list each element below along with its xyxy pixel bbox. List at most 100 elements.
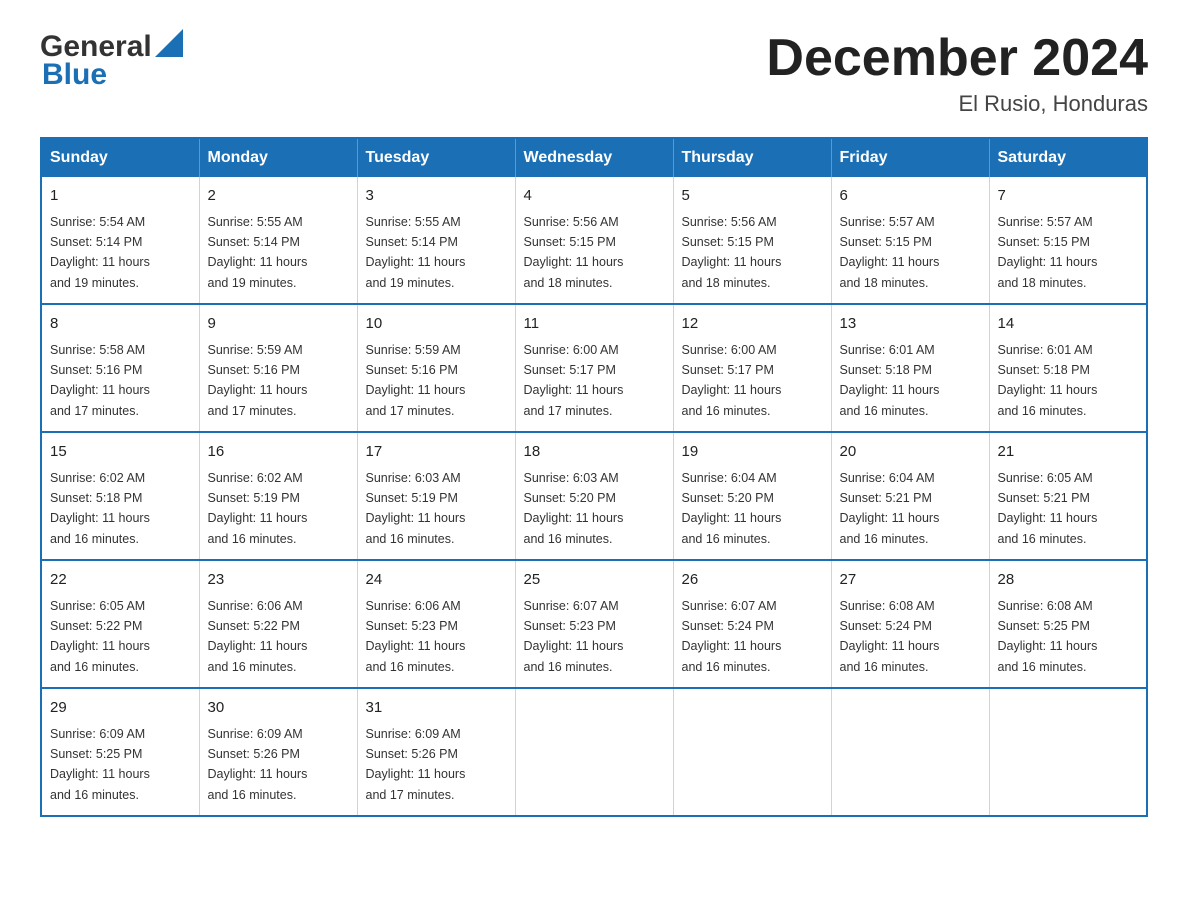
- day-info: Sunrise: 5:54 AMSunset: 5:14 PMDaylight:…: [50, 215, 150, 290]
- table-row: 21 Sunrise: 6:05 AMSunset: 5:21 PMDaylig…: [989, 432, 1147, 560]
- day-info: Sunrise: 6:01 AMSunset: 5:18 PMDaylight:…: [840, 343, 940, 418]
- calendar-week-row: 29 Sunrise: 6:09 AMSunset: 5:25 PMDaylig…: [41, 688, 1147, 816]
- calendar-title: December 2024: [766, 30, 1148, 87]
- table-row: 3 Sunrise: 5:55 AMSunset: 5:14 PMDayligh…: [357, 177, 515, 304]
- day-number: 22: [50, 569, 191, 592]
- day-number: 9: [208, 313, 349, 336]
- col-sunday: Sunday: [41, 138, 199, 177]
- day-number: 29: [50, 697, 191, 720]
- col-monday: Monday: [199, 138, 357, 177]
- day-number: 10: [366, 313, 507, 336]
- calendar-table: Sunday Monday Tuesday Wednesday Thursday…: [40, 137, 1148, 817]
- day-number: 21: [998, 441, 1139, 464]
- day-info: Sunrise: 5:55 AMSunset: 5:14 PMDaylight:…: [366, 215, 466, 290]
- table-row: 8 Sunrise: 5:58 AMSunset: 5:16 PMDayligh…: [41, 304, 199, 432]
- day-number: 12: [682, 313, 823, 336]
- calendar-week-row: 1 Sunrise: 5:54 AMSunset: 5:14 PMDayligh…: [41, 177, 1147, 304]
- day-info: Sunrise: 6:04 AMSunset: 5:21 PMDaylight:…: [840, 471, 940, 546]
- day-info: Sunrise: 6:05 AMSunset: 5:21 PMDaylight:…: [998, 471, 1098, 546]
- day-number: 15: [50, 441, 191, 464]
- table-row: 11 Sunrise: 6:00 AMSunset: 5:17 PMDaylig…: [515, 304, 673, 432]
- day-info: Sunrise: 6:00 AMSunset: 5:17 PMDaylight:…: [682, 343, 782, 418]
- table-row: 18 Sunrise: 6:03 AMSunset: 5:20 PMDaylig…: [515, 432, 673, 560]
- day-info: Sunrise: 6:09 AMSunset: 5:26 PMDaylight:…: [366, 727, 466, 802]
- day-number: 25: [524, 569, 665, 592]
- day-number: 3: [366, 185, 507, 208]
- day-info: Sunrise: 5:56 AMSunset: 5:15 PMDaylight:…: [682, 215, 782, 290]
- col-tuesday: Tuesday: [357, 138, 515, 177]
- table-row: 19 Sunrise: 6:04 AMSunset: 5:20 PMDaylig…: [673, 432, 831, 560]
- day-info: Sunrise: 6:05 AMSunset: 5:22 PMDaylight:…: [50, 599, 150, 674]
- calendar-subtitle: El Rusio, Honduras: [766, 91, 1148, 117]
- table-row: 17 Sunrise: 6:03 AMSunset: 5:19 PMDaylig…: [357, 432, 515, 560]
- day-info: Sunrise: 6:06 AMSunset: 5:22 PMDaylight:…: [208, 599, 308, 674]
- logo-blue-text: Blue: [40, 58, 183, 92]
- day-number: 28: [998, 569, 1139, 592]
- day-number: 2: [208, 185, 349, 208]
- day-number: 7: [998, 185, 1139, 208]
- table-row: 15 Sunrise: 6:02 AMSunset: 5:18 PMDaylig…: [41, 432, 199, 560]
- table-row: 1 Sunrise: 5:54 AMSunset: 5:14 PMDayligh…: [41, 177, 199, 304]
- col-wednesday: Wednesday: [515, 138, 673, 177]
- table-row: 29 Sunrise: 6:09 AMSunset: 5:25 PMDaylig…: [41, 688, 199, 816]
- title-area: December 2024 El Rusio, Honduras: [766, 30, 1148, 117]
- col-friday: Friday: [831, 138, 989, 177]
- col-saturday: Saturday: [989, 138, 1147, 177]
- day-number: 19: [682, 441, 823, 464]
- table-row: 23 Sunrise: 6:06 AMSunset: 5:22 PMDaylig…: [199, 560, 357, 688]
- table-row: [515, 688, 673, 816]
- table-row: 25 Sunrise: 6:07 AMSunset: 5:23 PMDaylig…: [515, 560, 673, 688]
- day-info: Sunrise: 5:57 AMSunset: 5:15 PMDaylight:…: [840, 215, 940, 290]
- calendar-week-row: 8 Sunrise: 5:58 AMSunset: 5:16 PMDayligh…: [41, 304, 1147, 432]
- day-info: Sunrise: 6:02 AMSunset: 5:18 PMDaylight:…: [50, 471, 150, 546]
- day-info: Sunrise: 6:08 AMSunset: 5:25 PMDaylight:…: [998, 599, 1098, 674]
- day-info: Sunrise: 6:03 AMSunset: 5:20 PMDaylight:…: [524, 471, 624, 546]
- table-row: [831, 688, 989, 816]
- day-info: Sunrise: 5:57 AMSunset: 5:15 PMDaylight:…: [998, 215, 1098, 290]
- table-row: 28 Sunrise: 6:08 AMSunset: 5:25 PMDaylig…: [989, 560, 1147, 688]
- day-number: 23: [208, 569, 349, 592]
- day-number: 17: [366, 441, 507, 464]
- table-row: 6 Sunrise: 5:57 AMSunset: 5:15 PMDayligh…: [831, 177, 989, 304]
- day-number: 6: [840, 185, 981, 208]
- day-info: Sunrise: 5:59 AMSunset: 5:16 PMDaylight:…: [208, 343, 308, 418]
- table-row: 27 Sunrise: 6:08 AMSunset: 5:24 PMDaylig…: [831, 560, 989, 688]
- day-info: Sunrise: 6:07 AMSunset: 5:23 PMDaylight:…: [524, 599, 624, 674]
- col-thursday: Thursday: [673, 138, 831, 177]
- calendar-header-row: Sunday Monday Tuesday Wednesday Thursday…: [41, 138, 1147, 177]
- day-info: Sunrise: 5:58 AMSunset: 5:16 PMDaylight:…: [50, 343, 150, 418]
- table-row: 4 Sunrise: 5:56 AMSunset: 5:15 PMDayligh…: [515, 177, 673, 304]
- day-number: 5: [682, 185, 823, 208]
- day-info: Sunrise: 6:03 AMSunset: 5:19 PMDaylight:…: [366, 471, 466, 546]
- day-info: Sunrise: 5:59 AMSunset: 5:16 PMDaylight:…: [366, 343, 466, 418]
- table-row: 16 Sunrise: 6:02 AMSunset: 5:19 PMDaylig…: [199, 432, 357, 560]
- day-info: Sunrise: 6:09 AMSunset: 5:25 PMDaylight:…: [50, 727, 150, 802]
- day-info: Sunrise: 6:01 AMSunset: 5:18 PMDaylight:…: [998, 343, 1098, 418]
- day-info: Sunrise: 6:00 AMSunset: 5:17 PMDaylight:…: [524, 343, 624, 418]
- table-row: 10 Sunrise: 5:59 AMSunset: 5:16 PMDaylig…: [357, 304, 515, 432]
- table-row: 14 Sunrise: 6:01 AMSunset: 5:18 PMDaylig…: [989, 304, 1147, 432]
- calendar-week-row: 22 Sunrise: 6:05 AMSunset: 5:22 PMDaylig…: [41, 560, 1147, 688]
- day-number: 27: [840, 569, 981, 592]
- table-row: 30 Sunrise: 6:09 AMSunset: 5:26 PMDaylig…: [199, 688, 357, 816]
- table-row: 7 Sunrise: 5:57 AMSunset: 5:15 PMDayligh…: [989, 177, 1147, 304]
- day-number: 13: [840, 313, 981, 336]
- day-number: 18: [524, 441, 665, 464]
- logo: General Blue: [40, 30, 183, 92]
- table-row: 12 Sunrise: 6:00 AMSunset: 5:17 PMDaylig…: [673, 304, 831, 432]
- day-number: 20: [840, 441, 981, 464]
- day-number: 31: [366, 697, 507, 720]
- table-row: 5 Sunrise: 5:56 AMSunset: 5:15 PMDayligh…: [673, 177, 831, 304]
- header: General Blue December 2024 El Rusio, Hon…: [40, 30, 1148, 117]
- day-info: Sunrise: 6:02 AMSunset: 5:19 PMDaylight:…: [208, 471, 308, 546]
- day-number: 8: [50, 313, 191, 336]
- day-number: 16: [208, 441, 349, 464]
- table-row: 24 Sunrise: 6:06 AMSunset: 5:23 PMDaylig…: [357, 560, 515, 688]
- table-row: 22 Sunrise: 6:05 AMSunset: 5:22 PMDaylig…: [41, 560, 199, 688]
- day-info: Sunrise: 6:06 AMSunset: 5:23 PMDaylight:…: [366, 599, 466, 674]
- table-row: 2 Sunrise: 5:55 AMSunset: 5:14 PMDayligh…: [199, 177, 357, 304]
- table-row: 31 Sunrise: 6:09 AMSunset: 5:26 PMDaylig…: [357, 688, 515, 816]
- table-row: 13 Sunrise: 6:01 AMSunset: 5:18 PMDaylig…: [831, 304, 989, 432]
- day-info: Sunrise: 6:08 AMSunset: 5:24 PMDaylight:…: [840, 599, 940, 674]
- day-info: Sunrise: 5:55 AMSunset: 5:14 PMDaylight:…: [208, 215, 308, 290]
